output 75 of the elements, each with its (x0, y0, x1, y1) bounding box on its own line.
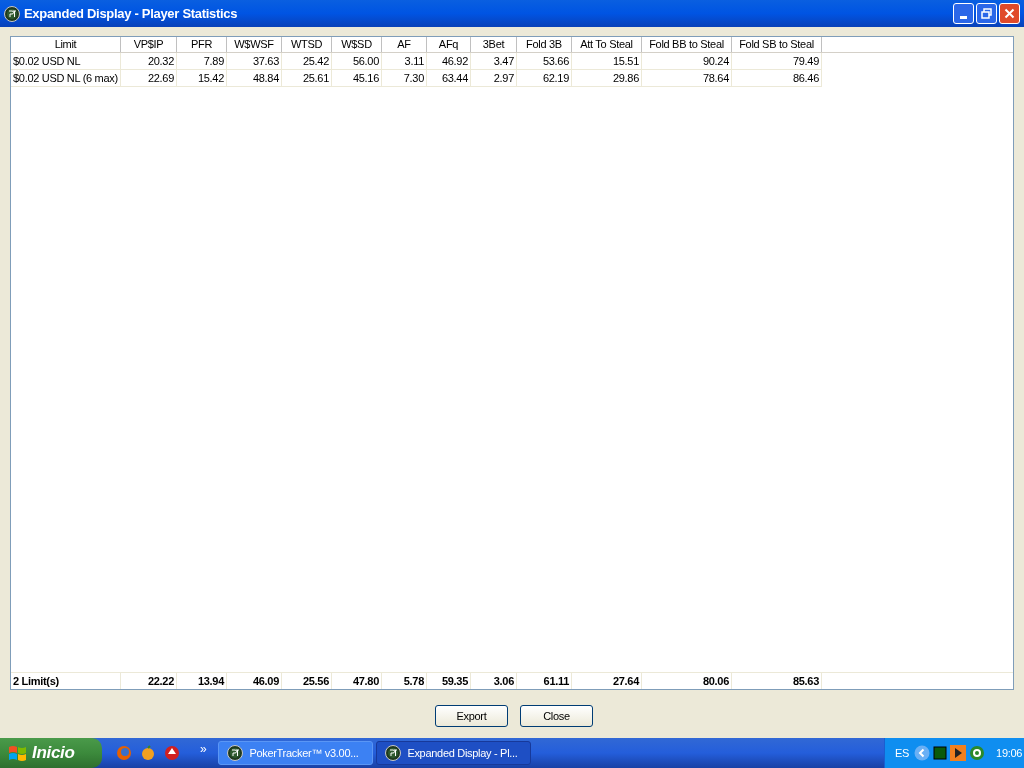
column-header[interactable]: AFq (427, 37, 471, 52)
ring-icon[interactable] (969, 745, 986, 761)
window-title: Expanded Display - Player Statistics (24, 4, 238, 23)
table-cell: 78.64 (642, 70, 732, 87)
total-cell: 85.63 (732, 673, 822, 689)
table-cell: 7.30 (382, 70, 427, 87)
chevron-left-icon[interactable] (914, 745, 931, 761)
column-header[interactable]: WTSD (282, 37, 332, 52)
total-cell: 25.56 (282, 673, 332, 689)
dialog-button[interactable]: Close (520, 705, 593, 727)
taskbar-task[interactable]: Expanded Display - Pl... (376, 741, 532, 765)
table-cell: 25.42 (282, 53, 332, 70)
table-cell: 90.24 (642, 53, 732, 70)
table-cell: 86.46 (732, 70, 822, 87)
total-cell: 47.80 (332, 673, 382, 689)
total-cell: 13.94 (177, 673, 227, 689)
column-header[interactable]: Fold 3B (517, 37, 572, 52)
total-cell: 3.06 (471, 673, 517, 689)
column-header[interactable]: 3Bet (471, 37, 517, 52)
table-cell: 25.61 (282, 70, 332, 87)
table-cell: 2.97 (471, 70, 517, 87)
table-cell: $0.02 USD NL (6 max) (11, 70, 121, 87)
table-cell: 7.89 (177, 53, 227, 70)
play-icon[interactable] (950, 745, 967, 761)
windows-logo-icon (8, 744, 28, 762)
app-icon (385, 745, 402, 761)
total-cell: 46.09 (227, 673, 282, 689)
table-cell: 79.49 (732, 53, 822, 70)
total-cell: 80.06 (642, 673, 732, 689)
table-cell: 37.63 (227, 53, 282, 70)
close-button[interactable] (999, 3, 1020, 24)
table-cell: 45.16 (332, 70, 382, 87)
taskbar-task[interactable]: PokerTracker™ v3.00... (218, 741, 374, 765)
close-icon (1004, 8, 1015, 19)
quicklaunch-more[interactable]: » (200, 740, 207, 758)
total-cell: 2 Limit(s) (11, 673, 121, 689)
table-cell: 3.47 (471, 53, 517, 70)
table-cell: 56.00 (332, 53, 382, 70)
minimize-button[interactable] (953, 3, 974, 24)
column-header[interactable]: Att To Steal (572, 37, 642, 52)
column-header[interactable]: Fold SB to Steal (732, 37, 822, 52)
column-header[interactable]: PFR (177, 37, 227, 52)
total-cell: 27.64 (572, 673, 642, 689)
total-cell: 5.78 (382, 673, 427, 689)
column-header[interactable]: Fold BB to Steal (642, 37, 732, 52)
table-cell: 22.69 (121, 70, 177, 87)
square-icon[interactable] (933, 746, 948, 760)
column-header[interactable]: VP$IP (121, 37, 177, 52)
clock: 19:06 (996, 745, 1023, 761)
table-cell: 3.11 (382, 53, 427, 70)
table-cell: 20.32 (121, 53, 177, 70)
column-header[interactable]: W$WSF (227, 37, 282, 52)
fruit-icon[interactable] (140, 745, 156, 761)
table-cell: 48.84 (227, 70, 282, 87)
column-header[interactable]: AF (382, 37, 427, 52)
restore-icon (981, 8, 992, 19)
dialog-button[interactable]: Export (435, 705, 508, 727)
start-button[interactable]: Inicio (0, 738, 102, 768)
column-header[interactable]: Limit (11, 37, 121, 52)
total-cell: 59.35 (427, 673, 471, 689)
app-icon (227, 745, 244, 761)
app-icon (4, 5, 20, 22)
spade-icon[interactable] (164, 745, 180, 761)
restore-button[interactable] (976, 3, 997, 24)
table-cell: 53.66 (517, 53, 572, 70)
column-header[interactable]: W$SD (332, 37, 382, 52)
total-cell: 22.22 (121, 673, 177, 689)
table-cell: 29.86 (572, 70, 642, 87)
table-cell: 63.44 (427, 70, 471, 87)
total-cell: 61.11 (517, 673, 572, 689)
table-cell: 15.51 (572, 53, 642, 70)
table-cell: $0.02 USD NL (11, 53, 121, 70)
table-cell: 15.42 (177, 70, 227, 87)
table-cell: 46.92 (427, 53, 471, 70)
table-cell: 62.19 (517, 70, 572, 87)
